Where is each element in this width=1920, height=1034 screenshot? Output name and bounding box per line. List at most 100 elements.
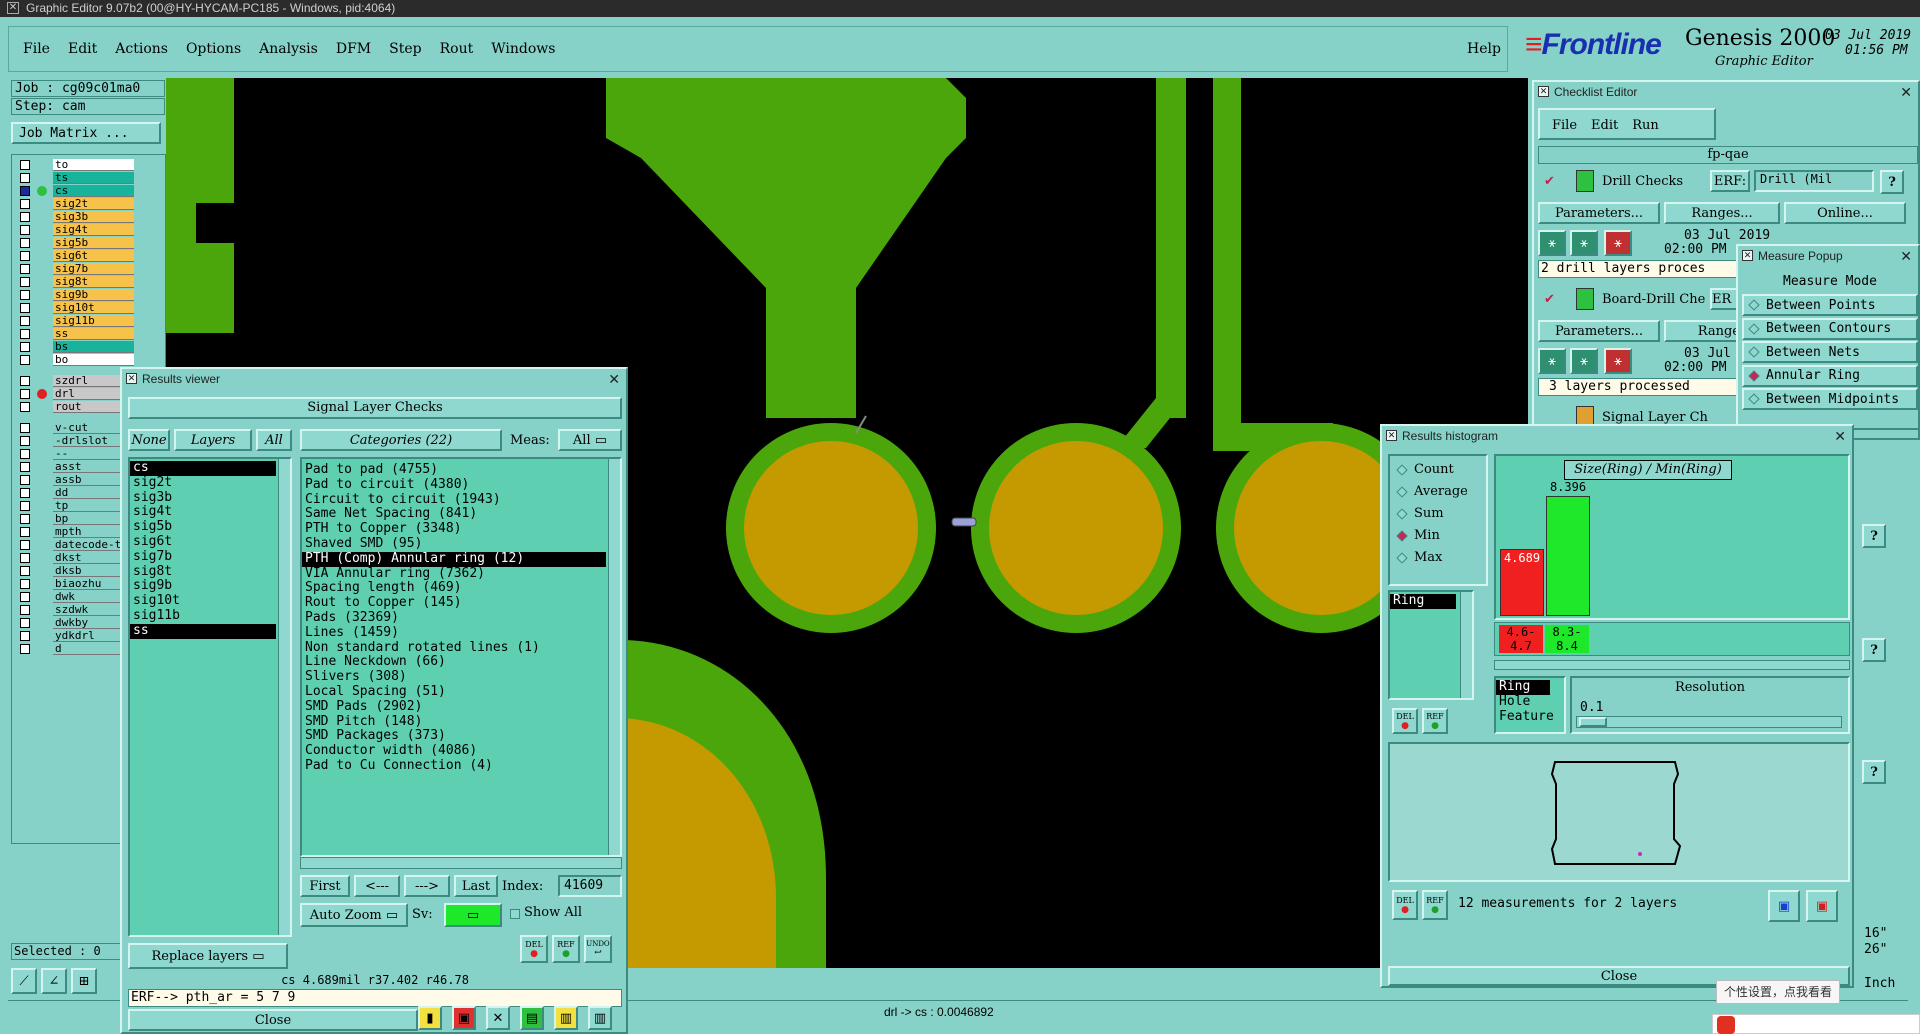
layer-row[interactable]: dwk xyxy=(16,591,134,603)
layer-checkbox[interactable] xyxy=(20,436,30,446)
ranges-button-2[interactable]: Range xyxy=(1664,320,1742,342)
layer-checkbox[interactable] xyxy=(20,631,30,641)
category-item[interactable]: Same Net Spacing (841) xyxy=(302,507,606,522)
results-layer-item[interactable]: sig3b xyxy=(130,490,276,506)
layer-checkbox[interactable] xyxy=(20,605,30,615)
layer-checkbox[interactable] xyxy=(20,423,30,433)
hist-del-button-top[interactable]: DEL ● xyxy=(1392,708,1418,734)
layer-row[interactable]: bp xyxy=(16,513,134,525)
layer-checkbox[interactable] xyxy=(20,277,30,287)
menu-dfm[interactable]: DFM xyxy=(336,41,371,57)
layer-checkbox[interactable] xyxy=(20,644,30,654)
layer-checkbox[interactable] xyxy=(20,355,30,365)
layer-checkbox[interactable] xyxy=(20,251,30,261)
layer-checkbox[interactable] xyxy=(20,160,30,170)
layer-checkbox[interactable] xyxy=(20,618,30,628)
layer-row[interactable]: asst xyxy=(16,461,134,473)
checklist-menu-edit[interactable]: Edit xyxy=(1591,118,1618,133)
help-button[interactable]: ? xyxy=(1880,170,1904,194)
menu-actions[interactable]: Actions xyxy=(115,41,168,57)
prev-button[interactable]: <--- xyxy=(354,875,400,897)
category-item[interactable]: Shaved SMD (95) xyxy=(302,536,606,552)
category-item[interactable]: VIA Annular ring (7362) xyxy=(302,566,606,582)
layer-checkbox[interactable] xyxy=(20,225,30,235)
menu-help[interactable]: Help xyxy=(1467,41,1501,57)
show-all-checkbox[interactable] xyxy=(510,909,520,919)
results-close-button[interactable]: Close xyxy=(128,1009,418,1031)
layer-row[interactable]: biaozhu xyxy=(16,578,134,590)
category-item[interactable]: Rout to Copper (145) xyxy=(302,595,606,611)
layer-checkbox[interactable] xyxy=(20,527,30,537)
layer-row[interactable]: sig4t xyxy=(16,224,134,236)
measure-mode-item[interactable]: Between Contours xyxy=(1742,317,1918,340)
layer-checkbox[interactable] xyxy=(20,212,30,222)
tool-icon-1[interactable]: ⟋ xyxy=(11,968,37,994)
layer-checkbox[interactable] xyxy=(20,264,30,274)
run-icon-3[interactable]: ⚹ xyxy=(1604,230,1632,256)
layer-checkbox[interactable] xyxy=(20,449,30,459)
hist-ref-button-top[interactable]: REF ● xyxy=(1422,708,1448,734)
menu-edit[interactable]: Edit xyxy=(68,41,97,57)
categories-button[interactable]: Categories (22) xyxy=(300,429,502,451)
checklist-menu-run[interactable]: Run xyxy=(1632,118,1659,133)
tool-icon-2[interactable]: ∠ xyxy=(41,968,67,994)
layer-row[interactable]: assb xyxy=(16,474,134,486)
histogram-param-item[interactable]: Ring xyxy=(1390,593,1456,609)
last-button[interactable]: Last xyxy=(454,875,498,897)
layer-checkbox[interactable] xyxy=(20,303,30,313)
results-layer-item[interactable]: sig2t xyxy=(130,475,276,491)
category-item[interactable]: SMD Pads (2902) xyxy=(302,699,606,715)
run-icon-5[interactable]: ⚹ xyxy=(1570,348,1598,374)
parameters-button-2[interactable]: Parameters... xyxy=(1538,320,1660,342)
tool-icon-a[interactable]: ▮ xyxy=(418,1006,442,1030)
layer-row[interactable]: sig8t xyxy=(16,276,134,288)
histogram-bar[interactable] xyxy=(1546,496,1590,616)
results-layer-item[interactable]: sig8t xyxy=(130,564,276,580)
layer-row[interactable]: sig3b xyxy=(16,211,134,223)
results-layer-item[interactable]: sig6t xyxy=(130,534,276,550)
ime-icon[interactable] xyxy=(1717,1016,1735,1034)
auto-zoom-dropdown[interactable]: Auto Zoom ▭ xyxy=(300,903,408,927)
layer-checkbox[interactable] xyxy=(20,290,30,300)
layer-row[interactable]: sig6t xyxy=(16,250,134,262)
results-layer-item[interactable]: sig9b xyxy=(130,579,276,594)
online-button[interactable]: Online... xyxy=(1784,202,1906,224)
measure-mode-item[interactable]: Between Points xyxy=(1742,294,1918,316)
histogram-source-item[interactable]: Ring xyxy=(1496,679,1550,695)
run-icon-6[interactable]: ⚹ xyxy=(1604,348,1632,374)
histogram-source-item[interactable]: Feature xyxy=(1496,709,1554,725)
layer-checkbox[interactable] xyxy=(20,462,30,472)
results-layer-item[interactable]: ss xyxy=(130,623,276,639)
category-item[interactable]: PTH to Copper (3348) xyxy=(302,521,606,537)
category-item[interactable]: Pad to circuit (4380) xyxy=(302,477,606,493)
layer-checkbox[interactable] xyxy=(20,566,30,576)
histogram-mode-sum[interactable]: Sum xyxy=(1396,506,1444,521)
ref-button[interactable]: REF ● xyxy=(552,935,580,963)
layer-row[interactable]: sig7b xyxy=(16,263,134,275)
category-item[interactable]: PTH (Comp) Annular ring (12) xyxy=(302,551,606,567)
layer-checkbox[interactable] xyxy=(20,376,30,386)
index-input[interactable]: 41609 xyxy=(558,875,622,897)
job-matrix-button[interactable]: Job Matrix ... xyxy=(11,122,161,144)
category-item[interactable]: Non standard rotated lines (1) xyxy=(302,640,606,656)
category-item[interactable]: Slivers (308) xyxy=(302,669,606,685)
all-button[interactable]: All xyxy=(256,429,292,451)
layer-row[interactable]: ss xyxy=(16,328,134,340)
layer-checkbox[interactable] xyxy=(20,402,30,412)
results-layer-item[interactable]: cs xyxy=(130,460,276,476)
erf-value[interactable]: Drill (Mil xyxy=(1754,170,1874,192)
results-layer-item[interactable]: sig7b xyxy=(130,549,276,565)
histogram-hscroll[interactable] xyxy=(1494,660,1850,670)
layer-row[interactable]: dwkby xyxy=(16,617,134,629)
measure-mode-item[interactable]: Between Nets xyxy=(1742,341,1918,363)
first-button[interactable]: First xyxy=(300,875,350,897)
layer-row[interactable]: sig2t xyxy=(16,198,134,210)
layer-row[interactable]: -- xyxy=(16,448,134,460)
category-item[interactable]: Pads (32369) xyxy=(302,610,606,626)
layer-row[interactable]: to xyxy=(16,159,134,171)
menu-windows[interactable]: Windows xyxy=(491,41,555,57)
sv-color-dropdown[interactable]: ▭ xyxy=(444,903,502,927)
layer-row[interactable]: sig11b xyxy=(16,315,134,327)
tool-icon-d[interactable]: ▤ xyxy=(520,1006,544,1030)
run-icon-4[interactable]: ⚹ xyxy=(1538,348,1566,374)
